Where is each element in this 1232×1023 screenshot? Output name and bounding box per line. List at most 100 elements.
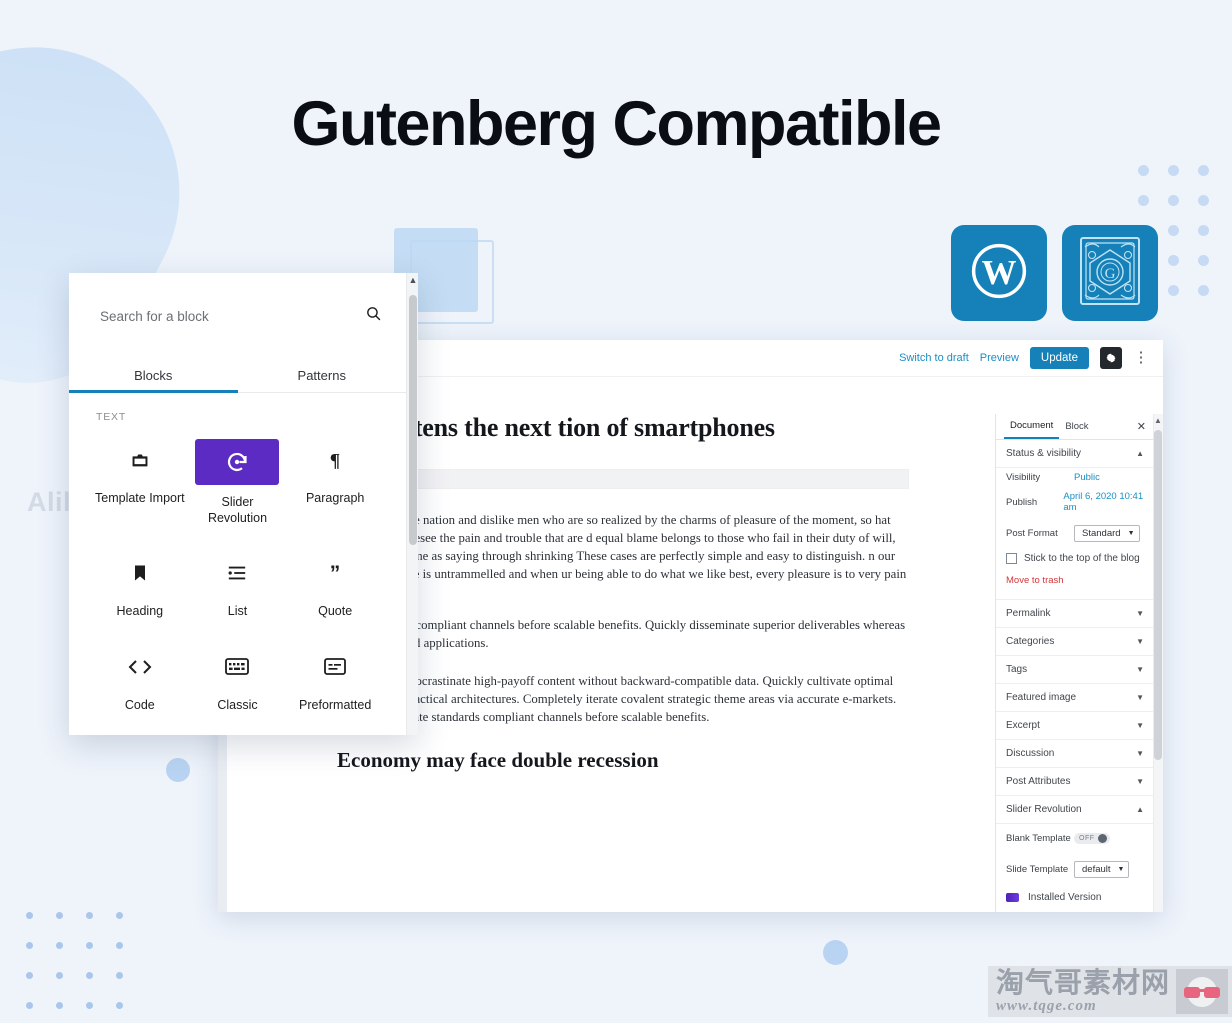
chevron-up-icon[interactable]: ▲	[407, 275, 419, 285]
tab-patterns[interactable]: Patterns	[238, 359, 407, 392]
block-grid: Template Import Slider Revolution ¶ Para…	[69, 429, 406, 726]
slide-template-select[interactable]: default ▼	[1074, 861, 1130, 878]
block-slider-revolution[interactable]: Slider Revolution	[189, 429, 287, 538]
preview-link[interactable]: Preview	[980, 352, 1019, 364]
wordpress-logo-badge: W	[951, 225, 1047, 321]
panel-discussion[interactable]: Discussion ▼	[996, 740, 1154, 768]
slider-revolution-icon	[195, 439, 280, 485]
sidebar-scrollbar-thumb[interactable]	[1154, 430, 1162, 760]
article-heading[interactable]: 9 threatens the next tion of smartphones	[337, 412, 909, 445]
publish-value[interactable]: April 6, 2020 10:41 am	[1063, 491, 1144, 513]
block-label: Preformatted	[299, 697, 372, 712]
sticky-checkbox[interactable]	[1006, 553, 1017, 564]
block-code[interactable]: Code	[91, 636, 189, 726]
inserter-scrollbar-thumb[interactable]	[409, 295, 417, 545]
block-paragraph[interactable]: ¶ Paragraph	[286, 429, 384, 538]
panel-status-visibility[interactable]: Status & visibility ▲	[996, 440, 1154, 468]
block-heading[interactable]: Heading	[91, 542, 189, 632]
gutenberg-icon: G	[1075, 233, 1145, 314]
panel-permalink[interactable]: Permalink ▼	[996, 600, 1154, 628]
visibility-label: Visibility	[1006, 472, 1041, 483]
chevron-down-icon: ▼	[1136, 777, 1144, 786]
block-preformatted[interactable]: Preformatted	[286, 636, 384, 726]
tab-document[interactable]: Document	[1004, 414, 1060, 439]
sidebar-scrollbar[interactable]: ▲	[1153, 414, 1163, 912]
sidebar-tabs: Document Block ✕	[996, 414, 1154, 440]
editor-settings-sidebar: Document Block ✕ Status & visibility ▲ V…	[995, 414, 1163, 912]
panel-slider-revolution[interactable]: Slider Revolution ▲	[996, 796, 1154, 824]
row-installed-version[interactable]: Installed Version	[996, 882, 1154, 907]
article-paragraph-2[interactable]: Interactively procrastinate high-payoff …	[337, 672, 909, 726]
decor-circle-left	[166, 758, 190, 782]
switch-to-draft-link[interactable]: Switch to draft	[899, 352, 969, 364]
chevron-up-icon: ▲	[1136, 449, 1144, 458]
decor-dotgrid-bottom-left	[14, 900, 134, 1020]
watermark-cn: 淘气哥素材网	[996, 967, 1171, 998]
search-icon[interactable]	[365, 305, 382, 327]
panel-excerpt[interactable]: Excerpt ▼	[996, 712, 1154, 740]
tab-blocks[interactable]: Blocks	[69, 359, 238, 393]
panel-featured-image[interactable]: Featured image ▼	[996, 684, 1154, 712]
svg-text:”: ”	[330, 563, 341, 583]
close-icon[interactable]: ✕	[1137, 420, 1146, 433]
wordpress-icon: W	[971, 243, 1027, 304]
watermark-text: 淘气哥素材网 www.tqge.com	[988, 969, 1176, 1014]
page-title: Gutenberg Compatible	[291, 89, 942, 159]
panel-post-attributes[interactable]: Post Attributes ▼	[996, 768, 1154, 796]
move-to-trash-link[interactable]: Move to trash	[996, 571, 1154, 595]
slide-template-label: Slide Template	[1006, 864, 1069, 875]
row-visibility[interactable]: Visibility Public	[996, 468, 1154, 487]
chevron-up-icon[interactable]: ▲	[1154, 416, 1162, 425]
article-heading-2[interactable]: Economy may face double recession	[337, 748, 909, 773]
block-label: Code	[124, 697, 155, 712]
row-sticky-post[interactable]: Stick to the top of the blog	[996, 546, 1154, 571]
block-label: Classic	[217, 697, 258, 712]
kebab-menu-icon[interactable]: ⋮	[1133, 350, 1149, 364]
chevron-down-icon: ▼	[1127, 530, 1135, 537]
block-quote[interactable]: ” Quote	[286, 542, 384, 632]
chevron-up-icon: ▲	[1136, 805, 1144, 814]
chevron-down-icon: ▼	[1136, 749, 1144, 758]
publish-label: Publish	[1006, 496, 1038, 508]
installed-version-label: Installed Version	[1028, 892, 1102, 903]
glasses-icon	[1176, 969, 1228, 1014]
chevron-down-icon: ▼	[1117, 866, 1125, 873]
panel-tags[interactable]: Tags ▼	[996, 656, 1154, 684]
blank-template-label: Blank Template	[1006, 833, 1071, 844]
panel-excerpt-label: Excerpt	[1006, 720, 1040, 731]
row-publish[interactable]: Publish April 6, 2020 10:41 am	[996, 487, 1154, 517]
panel-featured-image-label: Featured image	[1006, 692, 1077, 703]
article-paragraph-1[interactable]: righteous indige nation and dislike men …	[337, 511, 909, 602]
inserter-scrollbar[interactable]: ▲	[406, 273, 418, 735]
block-list[interactable]: List	[189, 542, 287, 632]
svg-text:¶: ¶	[330, 450, 340, 471]
chevron-down-icon: ▼	[1136, 693, 1144, 702]
decor-circle-bottom	[823, 940, 848, 965]
list-icon	[206, 552, 268, 594]
tab-block[interactable]: Block	[1059, 414, 1094, 439]
block-template-import[interactable]: Template Import	[91, 429, 189, 538]
block-classic[interactable]: Classic	[189, 636, 287, 726]
chevron-down-icon: ▼	[1136, 665, 1144, 674]
article-empty-block[interactable]	[337, 468, 909, 489]
slide-template-value: default	[1082, 864, 1111, 875]
block-inserter-panel: Blocks Patterns TEXT Template Import	[69, 273, 418, 735]
update-button[interactable]: Update	[1029, 347, 1089, 369]
post-format-select[interactable]: Standard ▼	[1074, 525, 1140, 542]
article-quote-block[interactable]: e standards compliant channels before sc…	[337, 615, 909, 652]
panel-permalink-label: Permalink	[1006, 608, 1051, 619]
watermark-url: www.tqge.com	[996, 998, 1097, 1014]
panel-post-attributes-label: Post Attributes	[1006, 776, 1071, 787]
block-label: Template Import	[95, 491, 185, 505]
search-input[interactable]	[100, 308, 357, 324]
gear-icon[interactable]	[1100, 347, 1122, 369]
visibility-value[interactable]: Public	[1074, 472, 1100, 483]
inserter-tabs: Blocks Patterns	[69, 359, 406, 393]
panel-categories[interactable]: Categories ▼	[996, 628, 1154, 656]
block-label: Paragraph	[305, 491, 365, 505]
panel-slider-revolution-label: Slider Revolution	[1006, 804, 1082, 815]
gutenberg-logo-badge: G	[1062, 225, 1158, 321]
blank-template-toggle[interactable]: OFF	[1074, 833, 1110, 844]
inserter-search-row	[69, 273, 406, 359]
block-label: Quote	[318, 604, 353, 619]
